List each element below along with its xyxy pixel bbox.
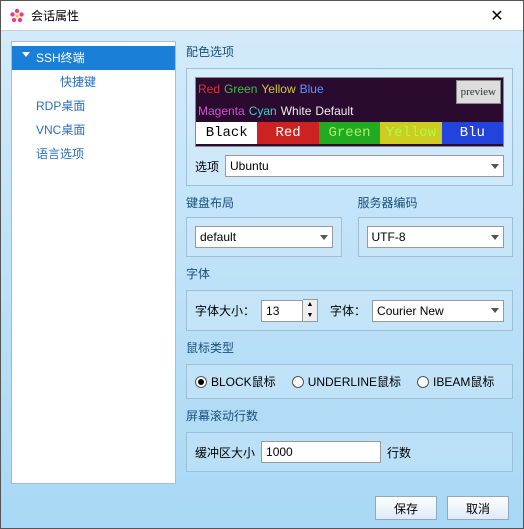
color-swatch: Default	[313, 100, 355, 122]
sidebar-item-label: 快捷键	[60, 75, 96, 89]
color-group: preview RedGreenYellowBlue MagentaCyanWh…	[186, 68, 513, 186]
sidebar-item-label: RDP桌面	[36, 99, 85, 113]
font-size-value[interactable]: 13	[261, 300, 303, 322]
keyboard-layout-value: default	[200, 230, 236, 244]
color-scheme-combo[interactable]: Ubuntu	[225, 155, 504, 177]
font-size-stepper[interactable]: 13 ▲▼	[261, 299, 318, 322]
mouse-radio-0[interactable]: BLOCK鼠标	[195, 373, 276, 390]
color-swatch: Red	[196, 78, 222, 100]
radio-label: UNDERLINE鼠标	[308, 373, 401, 390]
sidebar-item-2[interactable]: RDP桌面	[12, 94, 175, 118]
radio-icon	[292, 376, 304, 388]
chevron-down-icon	[22, 52, 30, 57]
sidebar-item-label: 语言选项	[36, 147, 84, 161]
keyboard-layout-combo[interactable]: default	[195, 226, 333, 248]
color-option-label: 选项	[195, 158, 219, 175]
mouse-radio-2[interactable]: IBEAM鼠标	[417, 373, 494, 390]
section-mouse-label: 鼠标类型	[186, 337, 513, 358]
main-panel: 配色选项 preview RedGreenYellowBlue MagentaC…	[186, 41, 513, 484]
section-font-label: 字体	[186, 263, 513, 284]
sidebar-item-label: SSH终端	[36, 51, 85, 65]
sidebar-item-3[interactable]: VNC桌面	[12, 118, 175, 142]
color-bar-cell: Blu	[442, 122, 503, 144]
section-color-label: 配色选项	[186, 41, 513, 62]
mouse-radio-1[interactable]: UNDERLINE鼠标	[292, 373, 401, 390]
title-bar: 会话属性 ✕	[1, 1, 523, 31]
encoding-value: UTF-8	[372, 230, 406, 244]
color-option-row: 选项 Ubuntu	[195, 155, 504, 177]
radio-label: BLOCK鼠标	[211, 373, 276, 390]
close-button[interactable]: ✕	[479, 6, 515, 26]
section-scroll-label: 屏幕滚动行数	[186, 405, 513, 426]
color-bar-cell: Green	[319, 122, 380, 144]
section-keyboard-label: 键盘布局	[186, 192, 342, 213]
color-swatch: Cyan	[247, 100, 279, 122]
sidebar-item-0[interactable]: SSH终端	[12, 46, 175, 70]
save-button[interactable]: 保存	[375, 496, 437, 520]
encoding-combo[interactable]: UTF-8	[367, 226, 505, 248]
sidebar-item-label: VNC桌面	[36, 123, 85, 137]
chevron-down-icon	[320, 235, 328, 240]
sidebar: SSH终端快捷键 RDP桌面 VNC桌面语言选项	[11, 41, 176, 484]
step-down-icon[interactable]: ▼	[303, 311, 317, 322]
app-icon	[9, 8, 25, 24]
color-scheme-value: Ubuntu	[230, 159, 269, 173]
color-bar-cell: Yellow	[380, 122, 441, 144]
radio-icon	[195, 376, 207, 388]
color-bar-cell: Red	[257, 122, 318, 144]
buffer-label: 缓冲区大小	[195, 444, 255, 461]
font-family-label: 字体：	[330, 302, 366, 319]
color-swatch: Yellow	[259, 78, 297, 100]
chevron-down-icon	[491, 308, 499, 313]
buffer-size-field[interactable]	[261, 441, 381, 463]
preview-badge: preview	[456, 80, 501, 104]
color-swatch: White	[279, 100, 314, 122]
font-family-value: Courier New	[377, 304, 444, 318]
section-encoding-label: 服务器编码	[358, 192, 514, 213]
step-up-icon[interactable]: ▲	[303, 300, 317, 311]
color-swatch: Green	[222, 78, 259, 100]
cancel-button[interactable]: 取消	[447, 496, 509, 520]
chevron-down-icon	[491, 235, 499, 240]
font-family-combo[interactable]: Courier New	[372, 300, 504, 322]
sidebar-item-4[interactable]: 语言选项	[12, 142, 175, 166]
color-swatch: Magenta	[196, 100, 247, 122]
window-title: 会话属性	[31, 7, 479, 24]
chevron-down-icon	[491, 164, 499, 169]
radio-label: IBEAM鼠标	[433, 373, 494, 390]
footer: 保存 取消	[1, 488, 523, 528]
font-size-label: 字体大小：	[195, 302, 255, 319]
sidebar-item-1[interactable]: 快捷键	[12, 70, 175, 94]
color-swatch: Blue	[298, 78, 326, 100]
radio-icon	[417, 376, 429, 388]
color-bar-cell: Black	[196, 122, 257, 144]
content-area: SSH终端快捷键RDP桌面VNC桌面语言选项 配色选项 preview RedG…	[1, 31, 523, 488]
buffer-unit: 行数	[387, 444, 411, 461]
color-preview-box: preview RedGreenYellowBlue MagentaCyanWh…	[195, 77, 504, 147]
